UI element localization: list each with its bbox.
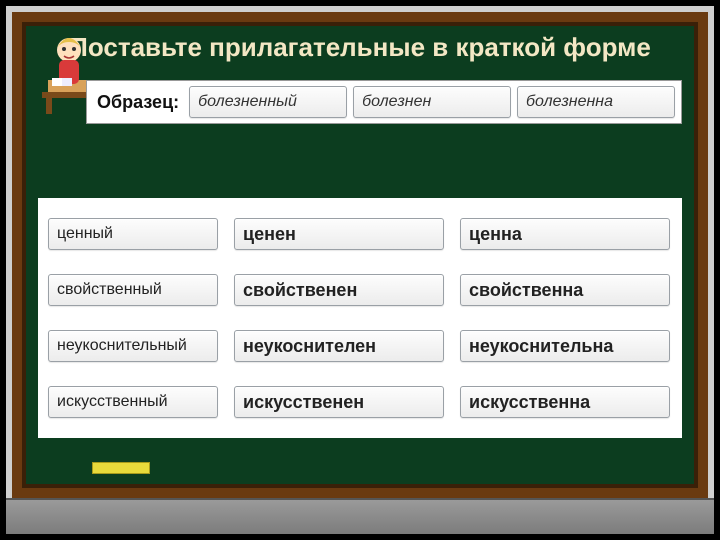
chalk-tray bbox=[6, 498, 714, 534]
adj-short-f: неукоснительна bbox=[460, 330, 670, 362]
exercise-panel: ценный ценен ценна свойственный свойстве… bbox=[38, 198, 682, 438]
blackboard: Поставьте прилагательные в краткой форме… bbox=[12, 12, 708, 498]
slide-frame: Поставьте прилагательные в краткой форме… bbox=[0, 0, 720, 540]
adj-short-m: искусственен bbox=[234, 386, 444, 418]
adj-short-f: искусственна bbox=[460, 386, 670, 418]
sample-label: Образец: bbox=[93, 92, 183, 113]
table-row: свойственный свойственен свойственна bbox=[48, 266, 672, 314]
adj-short-m: ценен bbox=[234, 218, 444, 250]
table-row: ценный ценен ценна bbox=[48, 210, 672, 258]
adj-full: искусственный bbox=[48, 386, 218, 418]
sample-short-m: болезнен bbox=[353, 86, 511, 118]
chalk-icon bbox=[92, 462, 150, 474]
adj-full: свойственный bbox=[48, 274, 218, 306]
adj-short-f: свойственна bbox=[460, 274, 670, 306]
sample-full: болезненный bbox=[189, 86, 347, 118]
adj-full: ценный bbox=[48, 218, 218, 250]
table-row: неукоснительный неукоснителен неукосните… bbox=[48, 322, 672, 370]
adj-short-m: свойственен bbox=[234, 274, 444, 306]
table-row: искусственный искусственен искусственна bbox=[48, 378, 672, 426]
adj-short-m: неукоснителен bbox=[234, 330, 444, 362]
adj-short-f: ценна bbox=[460, 218, 670, 250]
sample-short-f: болезненна bbox=[517, 86, 675, 118]
sample-row: Образец: болезненный болезнен болезненна bbox=[86, 80, 682, 124]
adj-full: неукоснительный bbox=[48, 330, 218, 362]
page-title: Поставьте прилагательные в краткой форме bbox=[22, 22, 698, 71]
